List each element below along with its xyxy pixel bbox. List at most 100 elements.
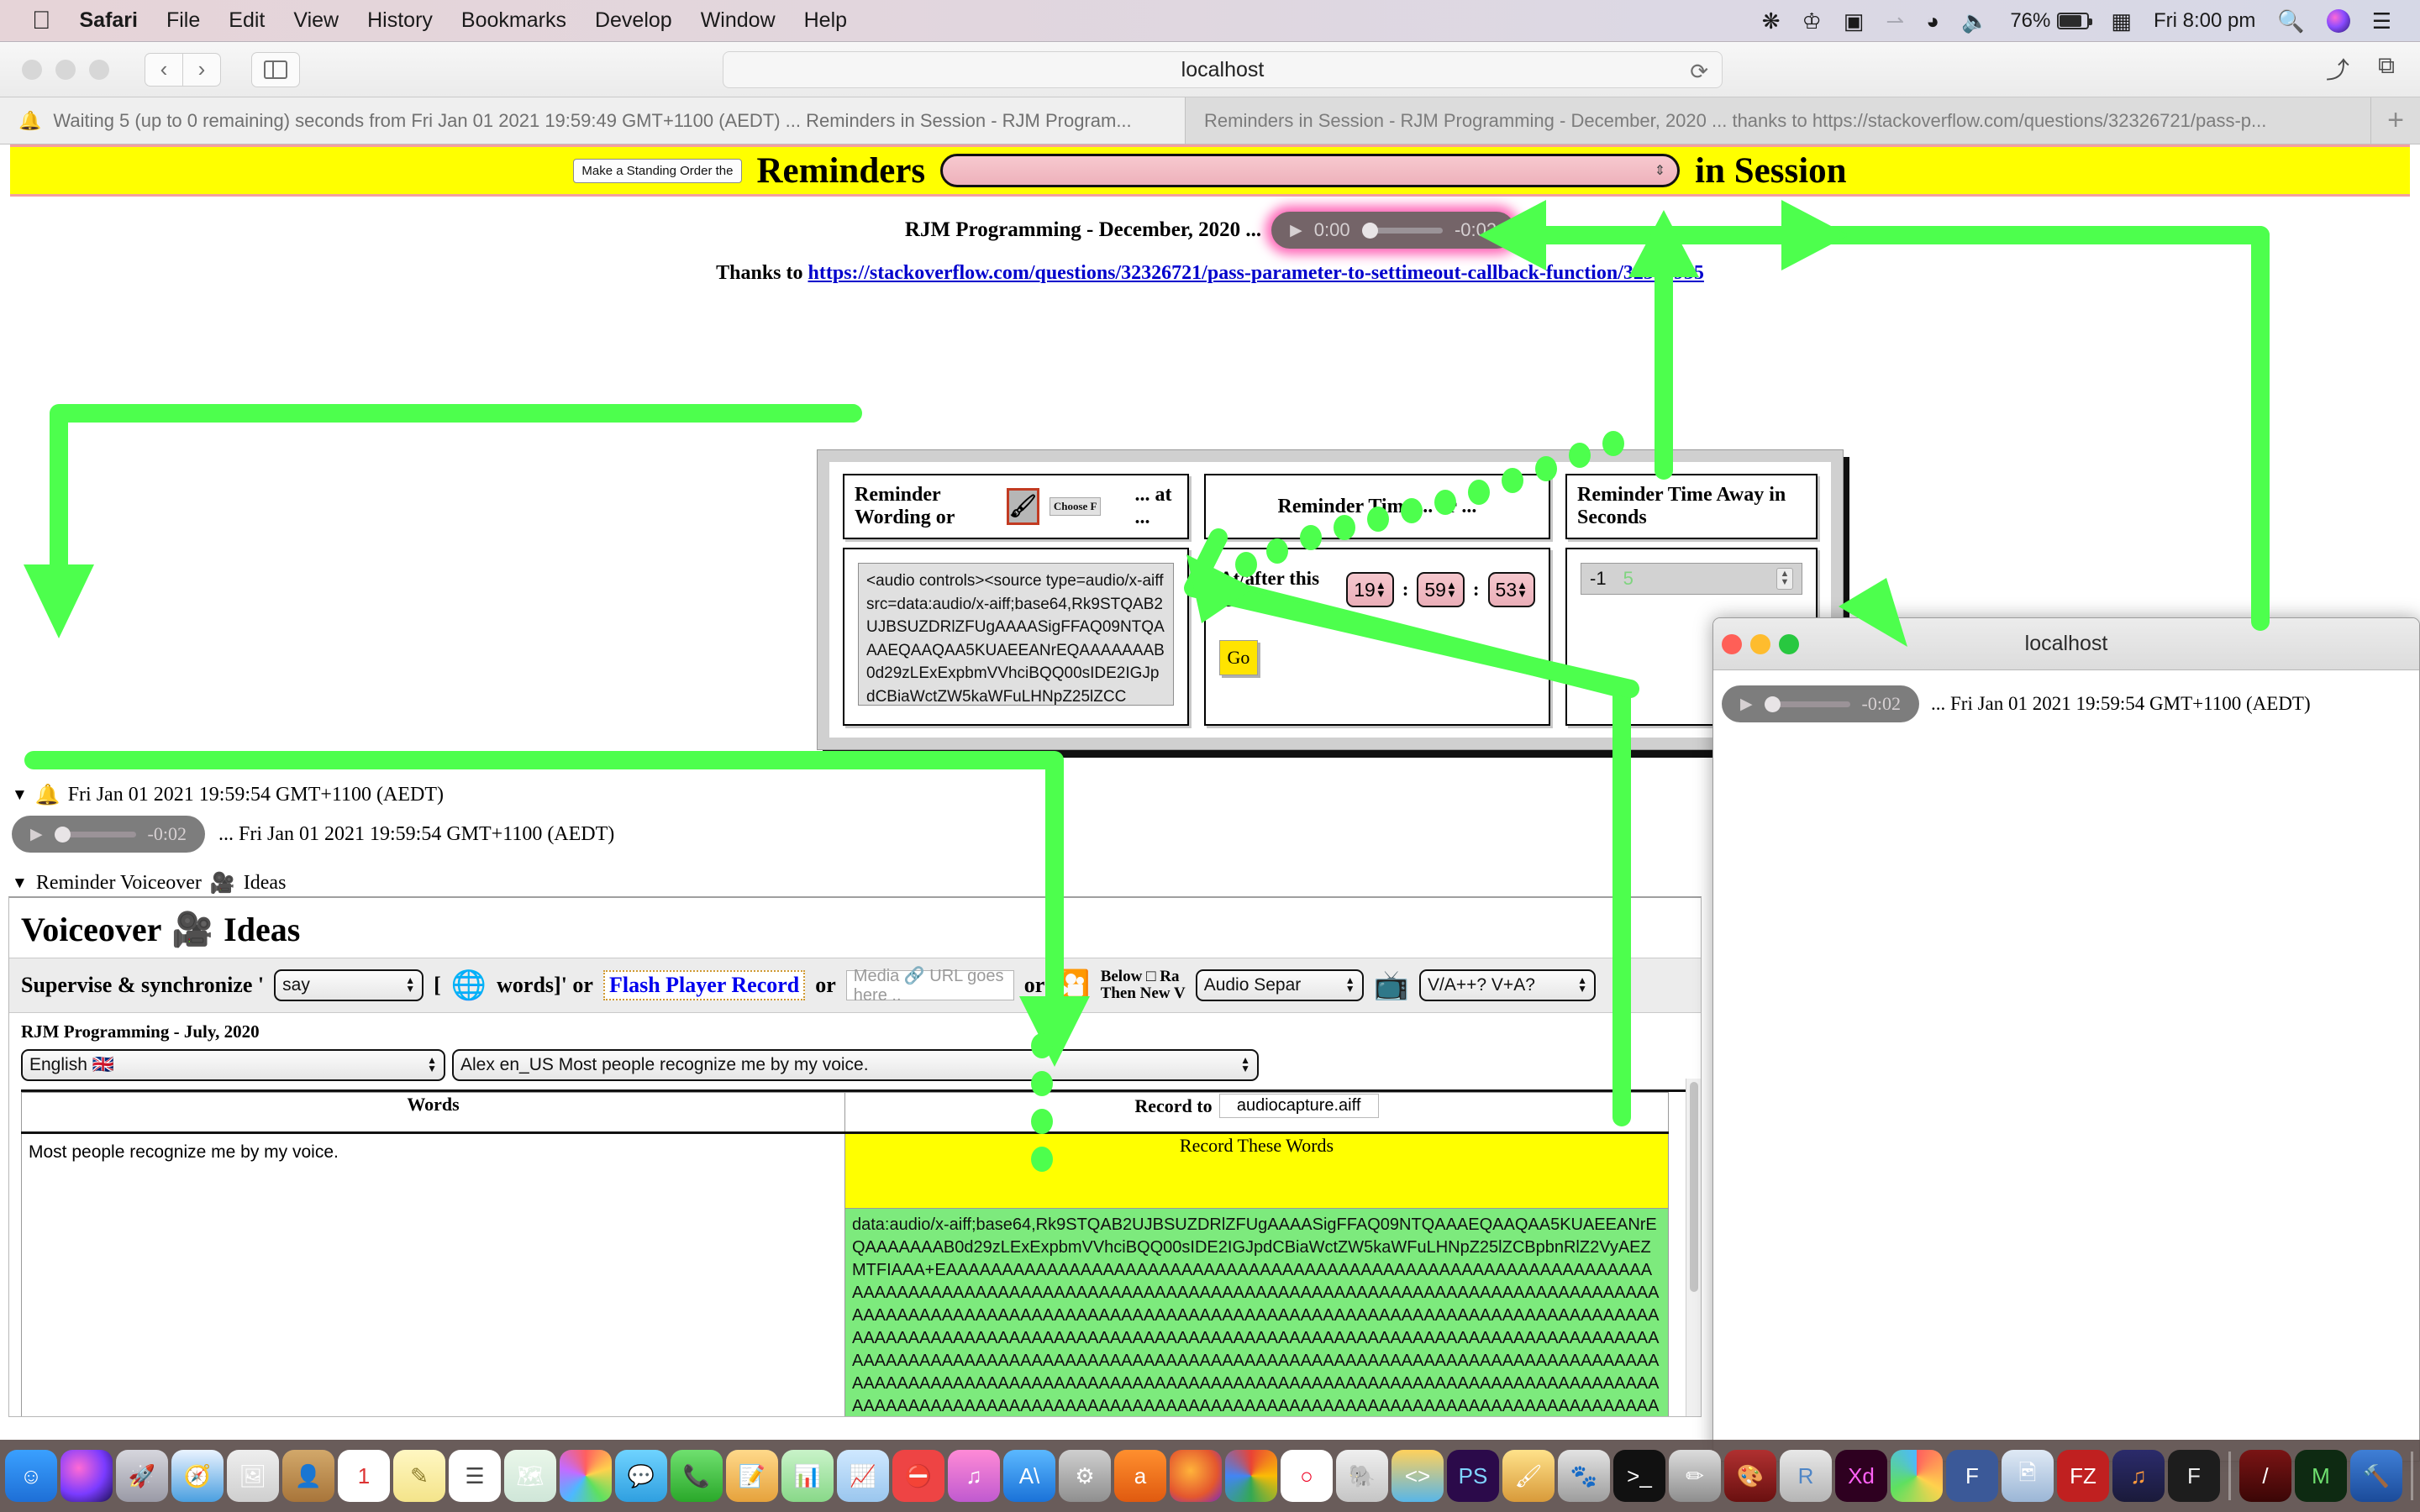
marsedit-icon[interactable]: M: [2295, 1450, 2347, 1502]
notification-center-icon[interactable]: ☰: [2372, 10, 2391, 32]
menubar-clock[interactable]: Fri 8:00 pm: [2154, 9, 2255, 33]
hours-spinner[interactable]: 19 ▲ ▼: [1346, 572, 1394, 607]
battery-indicator[interactable]: 76%: [2010, 9, 2093, 33]
new-tab-button[interactable]: +: [2371, 97, 2420, 144]
projector-icon[interactable]: 📺: [1374, 969, 1409, 1002]
siri-icon[interactable]: [60, 1450, 113, 1502]
sketch-icon[interactable]: [1891, 1450, 1943, 1502]
photos-icon[interactable]: [560, 1450, 612, 1502]
brackets-icon[interactable]: <>: [1392, 1450, 1444, 1502]
calculator-icon[interactable]: ▦: [2111, 10, 2132, 32]
reminder-dropdown[interactable]: ⇕: [940, 154, 1681, 187]
reminder-voiceover-toggle[interactable]: ▼ Reminder Voiceover 🎥 Ideas: [12, 871, 286, 895]
back-button[interactable]: ‹: [145, 52, 183, 87]
gimp-icon[interactable]: 🐾: [1558, 1450, 1610, 1502]
words-textarea[interactable]: Most people recognize me by my voice.: [21, 1132, 845, 1416]
launchpad-icon[interactable]: 🚀: [116, 1450, 168, 1502]
audio-scrubber[interactable]: [54, 826, 136, 843]
audacity-icon[interactable]: ♫: [2112, 1450, 2165, 1502]
audio-scrubber-knob[interactable]: [1361, 222, 1378, 239]
firefox-icon[interactable]: [1170, 1450, 1222, 1502]
photos-app-icon[interactable]: 🖼: [227, 1450, 279, 1502]
choose-file-button[interactable]: Choose F: [1049, 497, 1102, 516]
adobe-xd-icon[interactable]: Xd: [1835, 1450, 1887, 1502]
menu-item-window[interactable]: Window: [701, 8, 776, 33]
say-select[interactable]: say ▲ ▼: [274, 969, 424, 1001]
tab-waiting-reminders[interactable]: 🔔 Waiting 5 (up to 0 remaining) seconds …: [0, 97, 1186, 144]
window2-audio-player[interactable]: ▶ -0:02: [1722, 685, 1919, 722]
navigation-buttons[interactable]: ‹ ›: [145, 52, 221, 87]
menu-item-safari[interactable]: Safari: [80, 8, 138, 33]
language-select[interactable]: English 🇬🇧 ▲ ▼: [21, 1049, 445, 1081]
finder-icon[interactable]: ☺: [5, 1450, 57, 1502]
flash-player-record-link[interactable]: Flash Player Record: [602, 970, 806, 1000]
wifi-icon[interactable]: ◕: [1926, 10, 1939, 32]
malwarebytes-icon[interactable]: ♔: [1802, 10, 1822, 32]
tab-reminders-in-session[interactable]: Reminders in Session - RJM Programming -…: [1186, 97, 2371, 144]
fontlab-icon[interactable]: F: [2168, 1450, 2220, 1502]
window2-titlebar[interactable]: localhost: [1713, 618, 2419, 670]
reminder-audio-player[interactable]: ▶ -0:02: [12, 816, 205, 853]
menu-item-file[interactable]: File: [166, 8, 200, 33]
chrome-icon[interactable]: [1225, 1450, 1277, 1502]
menu-item-bookmarks[interactable]: Bookmarks: [461, 8, 566, 33]
make-standing-order-button[interactable]: Make a Standing Order the: [573, 158, 742, 183]
airplay-icon[interactable]: ▣: [1844, 10, 1865, 32]
record-to-filename-input[interactable]: audiocapture.aiff: [1218, 1094, 1379, 1118]
avast-icon[interactable]: a: [1114, 1450, 1166, 1502]
audio-scrubber-knob[interactable]: [54, 826, 71, 843]
show-tabs-icon[interactable]: ⧉: [2378, 52, 2395, 86]
minutes-spinner[interactable]: 59 ▲ ▼: [1417, 572, 1465, 607]
filezilla-icon[interactable]: FZ: [2057, 1450, 2109, 1502]
menu-item-edit[interactable]: Edit: [229, 8, 265, 33]
reminders-icon[interactable]: ☰: [449, 1450, 501, 1502]
go-button[interactable]: Go: [1219, 640, 1258, 675]
disclosure-triangle-icon[interactable]: ▼: [12, 874, 28, 893]
red-folder-icon[interactable]: /: [2239, 1450, 2291, 1502]
audio-separate-select[interactable]: Audio Separ ▲ ▼: [1195, 969, 1364, 1001]
alfred-icon[interactable]: ❋: [1762, 10, 1781, 32]
xcode-icon[interactable]: 🔨: [2350, 1450, 2402, 1502]
elephant-app-icon[interactable]: 🐘: [1336, 1450, 1388, 1502]
maximize-window-button[interactable]: [89, 59, 109, 80]
bluetooth-icon[interactable]: ⇀: [1886, 10, 1904, 32]
spotlight-search-icon[interactable]: 🔍: [2277, 10, 2304, 32]
stackoverflow-link[interactable]: https://stackoverflow.com/questions/3232…: [808, 262, 1704, 284]
menu-item-help[interactable]: Help: [804, 8, 847, 33]
menu-item-develop[interactable]: Develop: [595, 8, 672, 33]
sidebar-toggle-button[interactable]: [251, 51, 300, 87]
audio-scrubber-knob[interactable]: [1764, 696, 1781, 712]
spinner-arrows-icon[interactable]: ▲ ▼: [1517, 580, 1528, 598]
opera-icon[interactable]: ○: [1281, 1450, 1333, 1502]
safari-icon[interactable]: 🧭: [171, 1450, 224, 1502]
play-icon[interactable]: ▶: [1290, 221, 1302, 240]
menu-item-history[interactable]: History: [367, 8, 433, 33]
facebook-icon[interactable]: F: [1946, 1450, 1998, 1502]
menu-item-view[interactable]: View: [293, 8, 339, 33]
seconds-away-input[interactable]: -1 5 ▲ ▼: [1581, 563, 1802, 595]
inkscape-icon[interactable]: ✏: [1669, 1450, 1721, 1502]
close-window-button[interactable]: [22, 59, 42, 80]
audio-code-textarea[interactable]: <audio controls><source type=audio/x-aif…: [858, 563, 1174, 706]
globe-icon[interactable]: 🌐: [451, 969, 487, 1002]
contacts-icon[interactable]: 👤: [282, 1450, 334, 1502]
app-store-icon[interactable]: A\: [1003, 1450, 1055, 1502]
address-bar[interactable]: localhost ⟳: [723, 51, 1723, 88]
vertical-scrollbar[interactable]: [1686, 1079, 1701, 1416]
reload-icon[interactable]: ⟳: [1690, 59, 1708, 85]
va-select[interactable]: V/A++? V+A? ▲ ▼: [1419, 969, 1597, 1001]
numbers-icon[interactable]: 📊: [781, 1450, 834, 1502]
r-studio-icon[interactable]: R: [1780, 1450, 1832, 1502]
media-url-input[interactable]: Media 🔗 URL goes here ..: [845, 967, 1014, 1005]
share-icon[interactable]: ⤴: [2326, 52, 2349, 86]
play-icon[interactable]: ▶: [1740, 695, 1753, 714]
audio-scrubber[interactable]: [1764, 696, 1850, 712]
facetime-icon[interactable]: 📞: [671, 1450, 723, 1502]
window-traffic-lights[interactable]: [22, 59, 109, 80]
forward-button[interactable]: ›: [182, 52, 221, 87]
volume-icon[interactable]: 🔈: [1961, 10, 1988, 32]
brush-icon[interactable]: 🖌: [1006, 488, 1039, 525]
spinner-arrows-icon[interactable]: ▲ ▼: [1446, 580, 1457, 598]
preview-icon[interactable]: 🖻: [2002, 1450, 2054, 1502]
photo-collage-icon[interactable]: 🎨: [1724, 1450, 1776, 1502]
